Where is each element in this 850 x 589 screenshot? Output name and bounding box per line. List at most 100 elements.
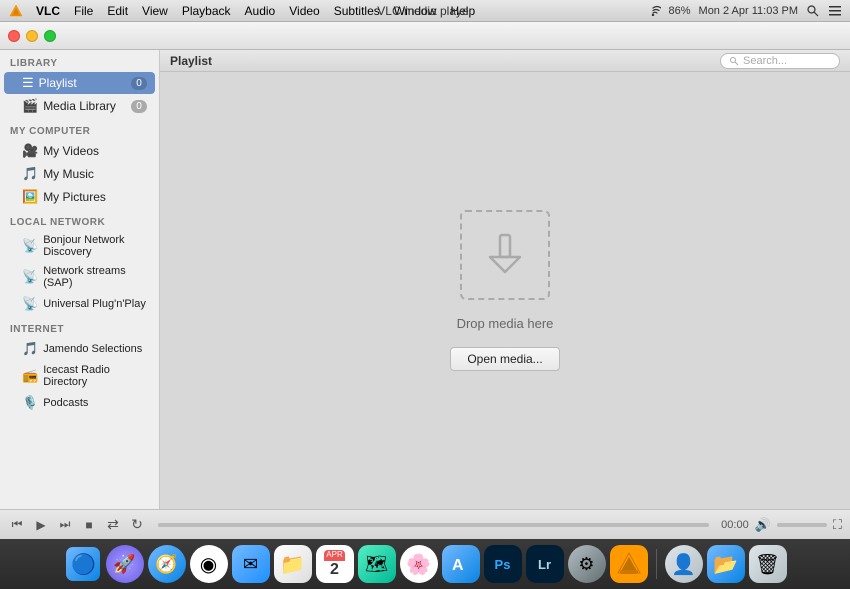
sidebar-item-upnp[interactable]: 📡 Universal Plug'n'Play: [4, 293, 155, 315]
menu-window[interactable]: Window: [388, 2, 443, 20]
menu-vlc[interactable]: VLC: [30, 2, 66, 20]
fullscreen-button[interactable]: ⛶: [833, 517, 842, 533]
bonjour-icon: 📡: [22, 238, 38, 254]
dock-separator: [656, 549, 657, 579]
search-icon[interactable]: [806, 4, 820, 18]
sidebar-item-icecast[interactable]: 📻 Icecast Radio Directory: [4, 361, 155, 391]
sidebar-network-streams-label: Network streams (SAP): [43, 265, 147, 289]
my-videos-icon: 🎥: [22, 143, 38, 159]
sidebar-item-playlist[interactable]: ☰ Playlist 0: [4, 72, 155, 94]
vlc-cone-dock-icon: [615, 550, 643, 578]
appstore-a-icon: A: [450, 553, 472, 575]
sidebar-item-jamendo[interactable]: 🎵 Jamendo Selections: [4, 338, 155, 360]
sidebar-library-header: LIBRARY: [0, 50, 159, 71]
time-display: 00:00: [721, 519, 749, 531]
clock: Mon 2 Apr 11:03 PM: [699, 5, 798, 17]
icecast-icon: 📻: [22, 368, 38, 384]
search-box[interactable]: Search...: [720, 53, 840, 69]
media-library-icon: 🎬: [22, 98, 38, 114]
battery-indicator: 86%: [669, 5, 691, 17]
menu-subtitles[interactable]: Subtitles: [328, 2, 386, 20]
close-button[interactable]: [8, 30, 20, 42]
search-box-icon: [729, 56, 739, 66]
sidebar-bonjour-label: Bonjour Network Discovery: [43, 234, 147, 258]
menu-file[interactable]: File: [68, 2, 99, 20]
playback-bar: ⏮ ▶ ⏭ ■ ⇄ ↻ 00:00 🔊 ⛶: [0, 509, 850, 539]
content-body: Drop media here Open media...: [160, 72, 850, 509]
toolbar: [0, 22, 850, 50]
minimize-button[interactable]: [26, 30, 38, 42]
app-icon: [8, 3, 24, 19]
dock: 🔵 🚀 🧭 ◉ ✉ 📁 APR 2 🗺 🌸 A Ps Lr ⚙ 👤 📂 🗑: [0, 539, 850, 589]
my-music-icon: 🎵: [22, 166, 38, 182]
sidebar-jamendo-label: Jamendo Selections: [43, 343, 142, 355]
main-layout: LIBRARY ☰ Playlist 0 🎬 Media Library 0 M…: [0, 50, 850, 509]
sidebar-my-pictures-label: My Pictures: [43, 190, 106, 204]
wifi-icon: [645, 5, 661, 16]
list-icon[interactable]: [828, 4, 842, 18]
sidebar-upnp-label: Universal Plug'n'Play: [43, 298, 146, 310]
dock-maps[interactable]: 🗺: [358, 545, 396, 583]
playlist-badge: 0: [131, 77, 147, 90]
dock-launchpad[interactable]: 🚀: [106, 545, 144, 583]
dock-system-preferences[interactable]: ⚙: [568, 545, 606, 583]
dock-chrome[interactable]: ◉: [190, 545, 228, 583]
sidebar-item-media-library[interactable]: 🎬 Media Library 0: [4, 95, 155, 117]
sidebar-item-my-videos[interactable]: 🎥 My Videos: [4, 140, 155, 162]
sidebar-item-podcasts[interactable]: 🎙️ Podcasts: [4, 392, 155, 414]
dock-photos[interactable]: 🌸: [400, 545, 438, 583]
sidebar-localnet-header: LOCAL NETWORK: [0, 209, 159, 230]
sidebar-my-videos-label: My Videos: [43, 144, 99, 158]
podcasts-icon: 🎙️: [22, 395, 38, 411]
dock-safari[interactable]: 🧭: [148, 545, 186, 583]
media-library-badge: 0: [131, 100, 147, 113]
dock-trash[interactable]: 🗑: [749, 545, 787, 583]
dock-photoshop[interactable]: Ps: [484, 545, 522, 583]
sidebar-podcasts-label: Podcasts: [43, 397, 88, 409]
dock-appstore[interactable]: A: [442, 545, 480, 583]
dock-finder2[interactable]: 📂: [707, 545, 745, 583]
menu-playback[interactable]: Playback: [176, 2, 237, 20]
content-area: Playlist Search... Drop media here Open …: [160, 50, 850, 509]
dock-files[interactable]: 📁: [274, 545, 312, 583]
volume-bar[interactable]: [777, 523, 827, 527]
volume-icon[interactable]: 🔊: [755, 517, 771, 533]
open-media-button[interactable]: Open media...: [450, 347, 559, 371]
jamendo-icon: 🎵: [22, 341, 38, 357]
sidebar-item-my-music[interactable]: 🎵 My Music: [4, 163, 155, 185]
seek-bar[interactable]: [158, 523, 709, 527]
drop-zone[interactable]: [460, 210, 550, 300]
sidebar-item-my-pictures[interactable]: 🖼️ My Pictures: [4, 186, 155, 208]
dock-calendar[interactable]: APR 2: [316, 545, 354, 583]
menu-edit[interactable]: Edit: [101, 2, 134, 20]
dock-portrait[interactable]: 👤: [665, 545, 703, 583]
maximize-button[interactable]: [44, 30, 56, 42]
sidebar-item-bonjour[interactable]: 📡 Bonjour Network Discovery: [4, 231, 155, 261]
svg-text:A: A: [452, 557, 464, 574]
network-streams-icon: 📡: [22, 269, 38, 285]
search-placeholder: Search...: [743, 55, 787, 67]
my-pictures-icon: 🖼️: [22, 189, 38, 205]
menu-view[interactable]: View: [136, 2, 174, 20]
content-title: Playlist: [170, 54, 212, 68]
upnp-icon: 📡: [22, 296, 38, 312]
finder-icon: 🔵: [66, 547, 100, 581]
playlist-icon: ☰: [22, 75, 34, 91]
menu-help[interactable]: Help: [444, 2, 481, 20]
dock-vlc[interactable]: [610, 545, 648, 583]
menu-audio[interactable]: Audio: [239, 2, 282, 20]
menubar: VLC File Edit View Playback Audio Video …: [0, 0, 850, 22]
menubar-right: 86% Mon 2 Apr 11:03 PM: [645, 4, 843, 18]
sidebar-playlist-label: Playlist: [39, 76, 77, 90]
content-header: Playlist Search...: [160, 50, 850, 72]
sidebar: LIBRARY ☰ Playlist 0 🎬 Media Library 0 M…: [0, 50, 160, 509]
sidebar-icecast-label: Icecast Radio Directory: [43, 364, 147, 388]
sidebar-item-network-streams[interactable]: 📡 Network streams (SAP): [4, 262, 155, 292]
dock-mail[interactable]: ✉: [232, 545, 270, 583]
menu-video[interactable]: Video: [283, 2, 325, 20]
sidebar-mycomputer-header: MY COMPUTER: [0, 118, 159, 139]
window-controls: [8, 30, 56, 42]
dock-finder[interactable]: 🔵: [64, 545, 102, 583]
drop-text: Drop media here: [457, 316, 554, 331]
dock-lightroom[interactable]: Lr: [526, 545, 564, 583]
